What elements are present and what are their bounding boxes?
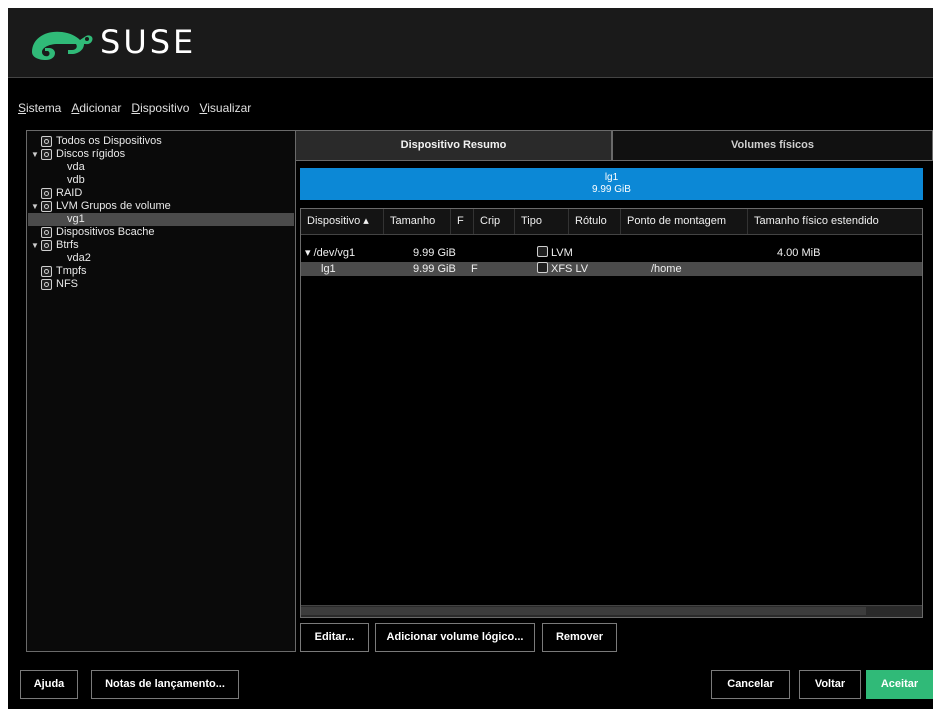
- cell-type-text: XFS LV: [551, 263, 589, 275]
- table-row[interactable]: ▾ /dev/vg1 9.99 GiB LVM 4.00 MiB: [301, 246, 922, 260]
- tree-item-label: vg1: [67, 213, 85, 225]
- horizontal-scrollbar[interactable]: [301, 605, 922, 617]
- cell-mount: /home: [651, 263, 682, 275]
- table-header: Dispositivo ▴ Tamanho F Crip Tipo Rótulo…: [301, 209, 922, 235]
- lvm-icon: [537, 246, 548, 257]
- tree-item-hard-disks[interactable]: ▼ Discos rígidos: [31, 148, 125, 161]
- tab-device-summary[interactable]: Dispositivo Resumo: [295, 130, 612, 161]
- xfs-lv-icon: [537, 262, 548, 273]
- menu-dispositivo[interactable]: Dispositivo: [131, 101, 189, 115]
- tree-item-label: Tmpfs: [56, 265, 87, 277]
- cell-size: 9.99 GiB: [413, 263, 456, 275]
- tree-item-label: Dispositivos Bcache: [56, 226, 155, 238]
- column-header-mount-point[interactable]: Ponto de montagem: [621, 209, 748, 234]
- raid-icon: [41, 188, 52, 199]
- column-header-device[interactable]: Dispositivo ▴: [301, 209, 384, 234]
- cell-device: ▾ /dev/vg1: [305, 247, 356, 259]
- monitor-icon: [41, 136, 52, 147]
- lvm-icon: [41, 201, 52, 212]
- cell-device: lg1: [321, 263, 336, 275]
- tree-item-vda2[interactable]: vda2: [67, 252, 91, 265]
- cell-type: LVM: [537, 246, 573, 260]
- tree-item-tmpfs[interactable]: Tmpfs: [31, 265, 87, 278]
- column-header-crypt[interactable]: Crip: [474, 209, 515, 234]
- tree-item-nfs[interactable]: NFS: [31, 278, 78, 291]
- device-table[interactable]: Dispositivo ▴ Tamanho F Crip Tipo Rótulo…: [300, 208, 923, 618]
- help-button[interactable]: Ajuda: [20, 670, 78, 699]
- column-header-pe-size[interactable]: Tamanho físico estendido: [748, 209, 922, 234]
- cell-type-text: LVM: [551, 247, 573, 259]
- volume-bar-name: lg1: [604, 172, 619, 183]
- suse-logo: SUSE: [28, 22, 196, 62]
- column-header-size[interactable]: Tamanho: [384, 209, 451, 234]
- tree-item-lvm-volume-groups[interactable]: ▼ LVM Grupos de volume: [31, 200, 171, 213]
- tree-item-vda[interactable]: vda: [67, 161, 85, 174]
- tmpfs-icon: [41, 266, 52, 277]
- bcache-icon: [41, 227, 52, 238]
- expand-arrow-icon[interactable]: ▼: [31, 148, 41, 161]
- tree-item-label: Btrfs: [56, 239, 79, 251]
- menu-bar: Sistema Adicionar Dispositivo Visualizar: [18, 101, 251, 115]
- cell-type: XFS LV: [537, 262, 588, 276]
- device-tree[interactable]: Todos os Dispositivos ▼ Discos rígidos v…: [26, 130, 296, 652]
- tree-item-label: vdb: [67, 174, 85, 186]
- chameleon-icon: [32, 31, 93, 60]
- header-bar: SUSE: [8, 8, 933, 78]
- menu-visualizar[interactable]: Visualizar: [199, 101, 251, 115]
- tree-item-raid[interactable]: RAID: [31, 187, 82, 200]
- menu-adicionar[interactable]: Adicionar: [71, 101, 121, 115]
- tree-item-label: vda2: [67, 252, 91, 264]
- scrollbar-thumb[interactable]: [301, 607, 866, 615]
- remove-button[interactable]: Remover: [542, 623, 617, 652]
- column-header-type[interactable]: Tipo: [515, 209, 569, 234]
- tree-item-label: LVM Grupos de volume: [56, 200, 171, 212]
- column-header-format[interactable]: F: [451, 209, 474, 234]
- tab-physical-volumes[interactable]: Volumes físicos: [612, 130, 933, 161]
- brand-name: SUSE: [100, 23, 197, 61]
- edit-button[interactable]: Editar...: [300, 623, 369, 652]
- accept-button[interactable]: Aceitar: [866, 670, 933, 699]
- menu-sistema[interactable]: Sistema: [18, 101, 61, 115]
- tree-item-label: NFS: [56, 278, 78, 290]
- cell-format: F: [471, 263, 478, 275]
- expand-arrow-icon[interactable]: ▼: [31, 200, 41, 213]
- installer-window: SUSE Sistema Adicionar Dispositivo Visua…: [8, 8, 933, 709]
- tree-item-label: vda: [67, 161, 85, 173]
- tree-item-label: RAID: [56, 187, 83, 199]
- cell-pe-size: 4.00 MiB: [777, 247, 821, 259]
- btrfs-icon: [41, 240, 52, 251]
- disk-icon: [41, 149, 52, 160]
- nfs-icon: [41, 279, 52, 290]
- cell-size: 9.99 GiB: [413, 247, 456, 259]
- tree-item-label: Discos rígidos: [56, 148, 126, 160]
- volume-usage-bar[interactable]: lg1 9.99 GiB: [300, 168, 923, 200]
- add-logical-volume-button[interactable]: Adicionar volume lógico...: [375, 623, 535, 652]
- cancel-button[interactable]: Cancelar: [711, 670, 790, 699]
- release-notes-button[interactable]: Notas de lançamento...: [91, 670, 239, 699]
- volume-bar-size: 9.99 GiB: [592, 184, 631, 195]
- tree-item-all-devices[interactable]: Todos os Dispositivos: [31, 135, 162, 148]
- expand-arrow-icon[interactable]: ▼: [31, 239, 41, 252]
- table-row[interactable]: lg1 9.99 GiB F XFS LV /home: [301, 262, 922, 276]
- tree-item-vg1[interactable]: vg1: [28, 213, 294, 226]
- column-header-label[interactable]: Rótulo: [569, 209, 621, 234]
- tree-item-btrfs[interactable]: ▼ Btrfs: [31, 239, 79, 252]
- tree-item-label: Todos os Dispositivos: [56, 135, 162, 147]
- tree-item-vdb[interactable]: vdb: [67, 174, 85, 187]
- tree-item-bcache[interactable]: Dispositivos Bcache: [31, 226, 154, 239]
- back-button[interactable]: Voltar: [799, 670, 861, 699]
